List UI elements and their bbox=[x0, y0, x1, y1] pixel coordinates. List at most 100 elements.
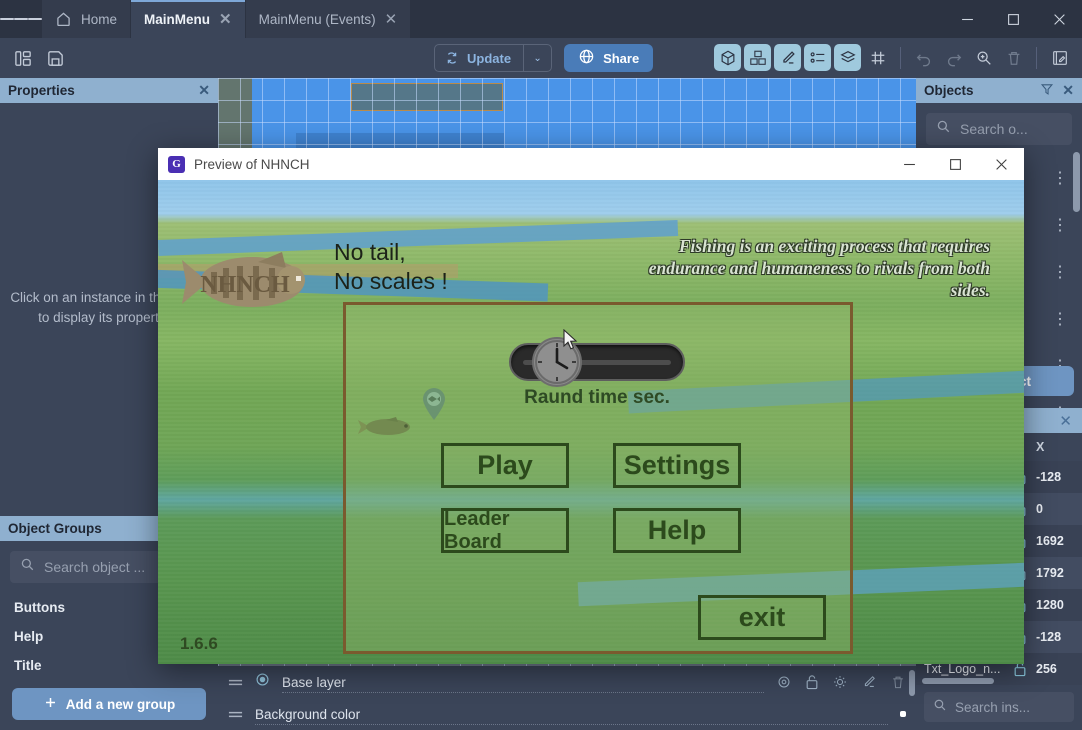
instance-x: 1280 bbox=[1036, 598, 1064, 612]
instances-horizontal-scrollbar[interactable] bbox=[922, 678, 994, 684]
scene-layout-icon[interactable] bbox=[9, 44, 37, 72]
instances-search-input[interactable]: Search ins... bbox=[924, 692, 1074, 722]
slider-label: Raund time sec. bbox=[524, 387, 670, 408]
trash-icon[interactable] bbox=[1000, 44, 1027, 71]
title-bar: Home MainMenu ✕ MainMenu (Events) ✕ bbox=[0, 0, 1082, 38]
main-menu-button[interactable] bbox=[0, 0, 42, 38]
redo-icon[interactable] bbox=[940, 44, 967, 71]
preview-window-controls bbox=[886, 148, 1024, 180]
add-new-group-button[interactable]: Add a new group bbox=[12, 688, 206, 720]
tab-mainmenu[interactable]: MainMenu ✕ bbox=[131, 0, 246, 38]
add-group-label: Add a new group bbox=[65, 696, 176, 712]
filter-icon[interactable] bbox=[1040, 82, 1054, 99]
editor-toolbar: Update ⌄ Share bbox=[0, 38, 1082, 78]
undo-icon[interactable] bbox=[910, 44, 937, 71]
mouse-pointer-icon bbox=[563, 328, 578, 356]
game-help-button[interactable]: Help bbox=[613, 508, 741, 553]
game-viewport[interactable]: NHNCH No tail, No scales ! Fishing is an… bbox=[158, 180, 1024, 664]
share-button[interactable]: Share bbox=[564, 44, 654, 72]
group-label: Help bbox=[14, 629, 44, 644]
fish-logo-icon: NHNCH bbox=[170, 242, 320, 322]
object-3d-icon[interactable] bbox=[714, 44, 741, 71]
preview-title-bar[interactable]: G Preview of NHNCH bbox=[158, 148, 1024, 180]
group-label: Buttons bbox=[14, 600, 65, 615]
tab-home[interactable]: Home bbox=[42, 0, 132, 38]
layers-scrollbar[interactable] bbox=[909, 670, 915, 696]
save-icon[interactable] bbox=[41, 44, 69, 72]
preview-window: G Preview of NHNCH NHNCH No tail, No sca… bbox=[158, 148, 1024, 664]
lighting-icon[interactable] bbox=[832, 674, 848, 690]
gdevelop-logo-icon: G bbox=[168, 155, 185, 173]
properties-list-icon[interactable] bbox=[804, 44, 831, 71]
round-time-slider[interactable]: Raund time sec. bbox=[509, 337, 685, 408]
layer-row-background-color[interactable]: Background color bbox=[218, 698, 916, 730]
layer-row-base[interactable]: Base layer bbox=[218, 666, 916, 698]
pencil-icon[interactable] bbox=[861, 674, 877, 690]
preview-actions: Update ⌄ Share bbox=[434, 44, 654, 72]
window-controls bbox=[944, 0, 1082, 38]
window-maximize-button[interactable] bbox=[990, 0, 1036, 38]
open-events-icon[interactable] bbox=[1046, 44, 1073, 71]
trash-icon[interactable] bbox=[890, 674, 906, 690]
overflow-menu-icon[interactable]: ⋮ bbox=[1052, 265, 1068, 281]
tab-label: MainMenu bbox=[144, 11, 211, 27]
window-close-button[interactable] bbox=[1036, 0, 1082, 38]
objects-group-icon[interactable] bbox=[744, 44, 771, 71]
search-placeholder: Search ins... bbox=[955, 699, 1031, 715]
objects-search-input[interactable]: Search o... bbox=[926, 113, 1072, 145]
layers-icon[interactable] bbox=[834, 44, 861, 71]
layer-name: Base layer bbox=[282, 671, 764, 693]
globe-icon bbox=[578, 48, 595, 68]
tab-label: MainMenu (Events) bbox=[258, 11, 376, 27]
tab-close-icon[interactable]: ✕ bbox=[385, 12, 398, 27]
grid-icon[interactable] bbox=[864, 44, 891, 71]
tab-label: Home bbox=[81, 11, 118, 27]
preview-maximize-button[interactable] bbox=[932, 148, 978, 180]
radio-icon[interactable] bbox=[255, 672, 270, 692]
preview-close-button[interactable] bbox=[978, 148, 1024, 180]
window-minimize-button[interactable] bbox=[944, 0, 990, 38]
toolbar-divider bbox=[1036, 46, 1037, 69]
drag-handle-icon[interactable] bbox=[228, 677, 243, 688]
zoom-in-icon[interactable] bbox=[970, 44, 997, 71]
game-exit-button[interactable]: exit bbox=[698, 595, 826, 640]
eye-icon[interactable] bbox=[776, 674, 792, 690]
background-color-swatch[interactable] bbox=[900, 711, 906, 717]
update-button[interactable]: Update ⌄ bbox=[434, 44, 553, 72]
properties-panel-header: Properties ✕ bbox=[0, 78, 218, 103]
close-icon[interactable]: ✕ bbox=[1062, 82, 1074, 99]
update-button-label: Update bbox=[467, 50, 512, 66]
panel-title: Object Groups bbox=[8, 521, 102, 536]
search-placeholder: Search o... bbox=[960, 121, 1028, 137]
game-play-button[interactable]: Play bbox=[441, 443, 569, 488]
close-icon[interactable]: ✕ bbox=[1059, 412, 1072, 430]
game-tagline: Fishing is an exciting process that requ… bbox=[648, 236, 990, 300]
tab-close-icon[interactable]: ✕ bbox=[219, 12, 232, 27]
overflow-menu-icon[interactable]: ⋮ bbox=[1052, 218, 1068, 234]
overflow-menu-icon[interactable]: ⋮ bbox=[1052, 312, 1068, 328]
search-icon bbox=[20, 557, 35, 577]
unlock-icon[interactable] bbox=[805, 674, 819, 690]
chevron-down-icon[interactable]: ⌄ bbox=[523, 45, 551, 71]
preview-minimize-button[interactable] bbox=[886, 148, 932, 180]
instance-name: Txt_Logo_n... bbox=[924, 662, 1001, 676]
close-icon[interactable]: ✕ bbox=[198, 82, 210, 99]
layer-actions bbox=[776, 674, 906, 690]
tab-mainmenu-events[interactable]: MainMenu (Events) ✕ bbox=[245, 0, 412, 38]
column-header-x: X bbox=[1036, 440, 1045, 454]
drag-handle-icon[interactable] bbox=[228, 709, 243, 720]
layers-panel: Base layer Background color bbox=[218, 666, 916, 730]
game-headline: No tail, No scales ! bbox=[334, 239, 448, 294]
edit-pencil-icon[interactable] bbox=[774, 44, 801, 71]
refresh-icon bbox=[435, 50, 460, 66]
panel-title: Properties bbox=[8, 83, 75, 98]
game-version-label: 1.6.6 bbox=[180, 634, 218, 653]
objects-scrollbar[interactable] bbox=[1073, 152, 1080, 212]
instance-x: -128 bbox=[1036, 630, 1062, 644]
game-settings-button[interactable]: Settings bbox=[613, 443, 741, 488]
instance-x: 1692 bbox=[1036, 534, 1064, 548]
group-label: Title bbox=[14, 658, 42, 673]
overflow-menu-icon[interactable]: ⋮ bbox=[1052, 171, 1068, 187]
instance-x: 256 bbox=[1036, 662, 1057, 676]
game-leaderboard-button[interactable]: Leader Board bbox=[441, 508, 569, 553]
